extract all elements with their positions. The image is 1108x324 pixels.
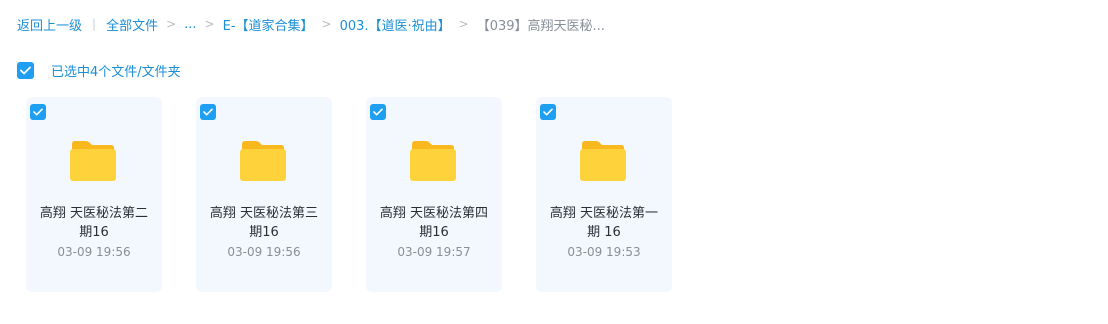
breadcrumb-current: 【039】高翔天医秘...: [476, 18, 605, 34]
folder-icon: [580, 141, 626, 181]
breadcrumb-level1[interactable]: E-【道家合集】: [223, 15, 314, 34]
select-all-checkbox[interactable]: [17, 61, 34, 79]
folder-icon: [70, 141, 116, 181]
chevron-right-icon: >: [166, 17, 177, 31]
check-icon: [203, 108, 213, 116]
file-checkbox[interactable]: [540, 104, 556, 120]
breadcrumb: 返回上一级 | 全部文件 > ... > E-【道家合集】 > 003.【道医·…: [17, 14, 605, 34]
file-name: 高翔 天医秘法第四 期16: [379, 206, 489, 240]
file-checkbox[interactable]: [30, 104, 46, 120]
chevron-right-icon: >: [321, 17, 332, 31]
file-checkbox[interactable]: [370, 104, 386, 120]
check-icon: [33, 108, 43, 116]
folder-icon: [410, 141, 456, 181]
breadcrumb-level2[interactable]: 003.【道医·祝由】: [340, 15, 451, 34]
file-checkbox[interactable]: [200, 104, 216, 120]
check-icon: [543, 108, 553, 116]
file-item[interactable]: 高翔 天医秘法第三 期16 03-09 19:56: [196, 97, 332, 292]
folder-icon: [240, 141, 286, 181]
check-icon: [20, 66, 31, 74]
file-date: 03-09 19:57: [397, 245, 471, 259]
breadcrumb-ellipsis[interactable]: ...: [184, 17, 196, 32]
check-icon: [373, 108, 383, 116]
file-name: 高翔 天医秘法第一 期 16: [549, 206, 659, 240]
chevron-right-icon: >: [204, 17, 215, 31]
breadcrumb-all-files[interactable]: 全部文件: [106, 15, 158, 34]
file-date: 03-09 19:56: [227, 245, 301, 259]
selection-bar: 已选中4个文件/文件夹: [17, 61, 181, 80]
file-date: 03-09 19:56: [57, 245, 131, 259]
file-item[interactable]: 高翔 天医秘法第一 期 16 03-09 19:53: [536, 97, 672, 292]
file-name: 高翔 天医秘法第二 期16: [39, 206, 149, 240]
file-name: 高翔 天医秘法第三 期16: [209, 206, 319, 240]
breadcrumb-divider: |: [92, 17, 97, 31]
back-link[interactable]: 返回上一级: [17, 15, 82, 34]
file-item[interactable]: 高翔 天医秘法第四 期16 03-09 19:57: [366, 97, 502, 292]
file-date: 03-09 19:53: [567, 245, 641, 259]
file-item[interactable]: 高翔 天医秘法第二 期16 03-09 19:56: [26, 97, 162, 292]
selection-label: 已选中4个文件/文件夹: [51, 64, 181, 80]
chevron-right-icon: >: [458, 17, 469, 31]
